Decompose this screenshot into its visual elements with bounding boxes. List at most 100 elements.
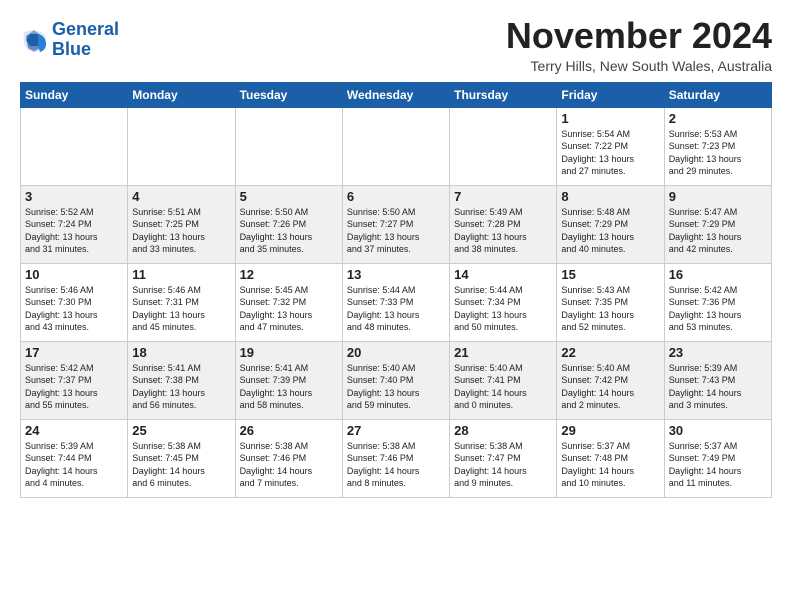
day-number: 20 (347, 345, 445, 360)
calendar-cell: 6Sunrise: 5:50 AMSunset: 7:27 PMDaylight… (342, 185, 449, 263)
day-number: 11 (132, 267, 230, 282)
day-number: 10 (25, 267, 123, 282)
day-info: Sunrise: 5:37 AMSunset: 7:48 PMDaylight:… (561, 440, 659, 490)
calendar-cell: 30Sunrise: 5:37 AMSunset: 7:49 PMDayligh… (664, 419, 771, 497)
logo-line1: General (52, 20, 119, 40)
logo-icon (20, 26, 48, 54)
day-info: Sunrise: 5:53 AMSunset: 7:23 PMDaylight:… (669, 128, 767, 178)
calendar-cell: 29 Sunrise: 5:37 AMSunset: 7:48 PMDayligh… (557, 419, 664, 497)
day-info: Sunrise: 5:51 AMSunset: 7:25 PMDaylight:… (132, 206, 230, 256)
header-day-monday: Monday (128, 82, 235, 107)
calendar-cell: 21 Sunrise: 5:40 AMSunset: 7:41 PMDayligh… (450, 341, 557, 419)
day-info: Sunrise: 5:39 AMSunset: 7:44 PMDaylight:… (25, 440, 123, 490)
header-day-saturday: Saturday (664, 82, 771, 107)
day-info: Sunrise: 5:46 AMSunset: 7:31 PMDaylight:… (132, 284, 230, 334)
calendar-week-3: 10 Sunrise: 5:46 AMSunset: 7:30 PMDayligh… (21, 263, 772, 341)
calendar-cell: 7 Sunrise: 5:49 AMSunset: 7:28 PMDaylight… (450, 185, 557, 263)
calendar-container: General Blue November 2024 Terry Hills, … (0, 0, 792, 508)
day-info: Sunrise: 5:38 AMSunset: 7:46 PMDaylight:… (240, 440, 338, 490)
day-number: 9 (669, 189, 767, 204)
logo-line2: Blue (52, 40, 119, 60)
logo: General Blue (20, 20, 119, 60)
day-number: 2 (669, 111, 767, 126)
calendar-cell (342, 107, 449, 185)
day-info: Sunrise: 5:47 AMSunset: 7:29 PMDaylight:… (669, 206, 767, 256)
day-number: 6 (347, 189, 445, 204)
header-day-friday: Friday (557, 82, 664, 107)
calendar-cell: 27Sunrise: 5:38 AMSunset: 7:46 PMDayligh… (342, 419, 449, 497)
calendar-cell: 16 Sunrise: 5:42 AMSunset: 7:36 PMDayligh… (664, 263, 771, 341)
day-number: 16 (669, 267, 767, 282)
day-number: 27 (347, 423, 445, 438)
calendar-cell: 17 Sunrise: 5:42 AMSunset: 7:37 PMDayligh… (21, 341, 128, 419)
day-number: 22 (561, 345, 659, 360)
day-info: Sunrise: 5:49 AMSunset: 7:28 PMDaylight:… (454, 206, 552, 256)
calendar-cell: 8 Sunrise: 5:48 AMSunset: 7:29 PMDaylight… (557, 185, 664, 263)
calendar-cell: 13Sunrise: 5:44 AMSunset: 7:33 PMDayligh… (342, 263, 449, 341)
day-number: 23 (669, 345, 767, 360)
day-info: Sunrise: 5:42 AMSunset: 7:36 PMDaylight:… (669, 284, 767, 334)
header-day-tuesday: Tuesday (235, 82, 342, 107)
day-info: Sunrise: 5:46 AMSunset: 7:30 PMDaylight:… (25, 284, 123, 334)
day-number: 8 (561, 189, 659, 204)
calendar-cell: 18Sunrise: 5:41 AMSunset: 7:38 PMDayligh… (128, 341, 235, 419)
calendar-cell: 26 Sunrise: 5:38 AMSunset: 7:46 PMDayligh… (235, 419, 342, 497)
calendar-cell: 12 Sunrise: 5:45 AMSunset: 7:32 PMDayligh… (235, 263, 342, 341)
calendar-cell: 25Sunrise: 5:38 AMSunset: 7:45 PMDayligh… (128, 419, 235, 497)
day-number: 15 (561, 267, 659, 282)
calendar-cell (128, 107, 235, 185)
calendar-cell: 20 Sunrise: 5:40 AMSunset: 7:40 PMDayligh… (342, 341, 449, 419)
header-day-sunday: Sunday (21, 82, 128, 107)
month-title: November 2024 (506, 16, 772, 56)
header-row-days: SundayMondayTuesdayWednesdayThursdayFrid… (21, 82, 772, 107)
day-number: 13 (347, 267, 445, 282)
day-number: 28 (454, 423, 552, 438)
day-number: 26 (240, 423, 338, 438)
calendar-cell: 9 Sunrise: 5:47 AMSunset: 7:29 PMDaylight… (664, 185, 771, 263)
day-number: 24 (25, 423, 123, 438)
day-number: 19 (240, 345, 338, 360)
day-info: Sunrise: 5:41 AMSunset: 7:39 PMDaylight:… (240, 362, 338, 412)
day-info: Sunrise: 5:38 AMSunset: 7:45 PMDaylight:… (132, 440, 230, 490)
day-info: Sunrise: 5:39 AMSunset: 7:43 PMDaylight:… (669, 362, 767, 412)
calendar-week-1: 1 Sunrise: 5:54 AMSunset: 7:22 PMDaylight… (21, 107, 772, 185)
day-info: Sunrise: 5:40 AMSunset: 7:41 PMDaylight:… (454, 362, 552, 412)
day-info: Sunrise: 5:44 AMSunset: 7:34 PMDaylight:… (454, 284, 552, 334)
calendar-cell (21, 107, 128, 185)
day-number: 17 (25, 345, 123, 360)
day-info: Sunrise: 5:48 AMSunset: 7:29 PMDaylight:… (561, 206, 659, 256)
calendar-cell (450, 107, 557, 185)
day-number: 4 (132, 189, 230, 204)
calendar-cell: 19 Sunrise: 5:41 AMSunset: 7:39 PMDayligh… (235, 341, 342, 419)
day-number: 29 (561, 423, 659, 438)
day-info: Sunrise: 5:54 AMSunset: 7:22 PMDaylight:… (561, 128, 659, 178)
day-number: 21 (454, 345, 552, 360)
day-number: 7 (454, 189, 552, 204)
calendar-week-4: 17 Sunrise: 5:42 AMSunset: 7:37 PMDayligh… (21, 341, 772, 419)
day-number: 18 (132, 345, 230, 360)
day-number: 12 (240, 267, 338, 282)
day-number: 5 (240, 189, 338, 204)
calendar-cell: 10 Sunrise: 5:46 AMSunset: 7:30 PMDayligh… (21, 263, 128, 341)
header-row: General Blue November 2024 Terry Hills, … (20, 16, 772, 74)
calendar-cell: 14 Sunrise: 5:44 AMSunset: 7:34 PMDayligh… (450, 263, 557, 341)
day-number: 14 (454, 267, 552, 282)
day-number: 3 (25, 189, 123, 204)
day-number: 1 (561, 111, 659, 126)
day-info: Sunrise: 5:45 AMSunset: 7:32 PMDaylight:… (240, 284, 338, 334)
logo-text: General Blue (52, 20, 119, 60)
calendar-week-5: 24 Sunrise: 5:39 AMSunset: 7:44 PMDayligh… (21, 419, 772, 497)
title-block: November 2024 Terry Hills, New South Wal… (506, 16, 772, 74)
calendar-cell: 3 Sunrise: 5:52 AMSunset: 7:24 PMDaylight… (21, 185, 128, 263)
day-info: Sunrise: 5:42 AMSunset: 7:37 PMDaylight:… (25, 362, 123, 412)
day-number: 30 (669, 423, 767, 438)
header-day-wednesday: Wednesday (342, 82, 449, 107)
calendar-cell: 28 Sunrise: 5:38 AMSunset: 7:47 PMDayligh… (450, 419, 557, 497)
day-info: Sunrise: 5:52 AMSunset: 7:24 PMDaylight:… (25, 206, 123, 256)
day-info: Sunrise: 5:40 AMSunset: 7:40 PMDaylight:… (347, 362, 445, 412)
calendar-cell: 11 Sunrise: 5:46 AMSunset: 7:31 PMDayligh… (128, 263, 235, 341)
calendar-cell: 1 Sunrise: 5:54 AMSunset: 7:22 PMDaylight… (557, 107, 664, 185)
day-info: Sunrise: 5:38 AMSunset: 7:47 PMDaylight:… (454, 440, 552, 490)
day-info: Sunrise: 5:50 AMSunset: 7:26 PMDaylight:… (240, 206, 338, 256)
day-info: Sunrise: 5:40 AMSunset: 7:42 PMDaylight:… (561, 362, 659, 412)
